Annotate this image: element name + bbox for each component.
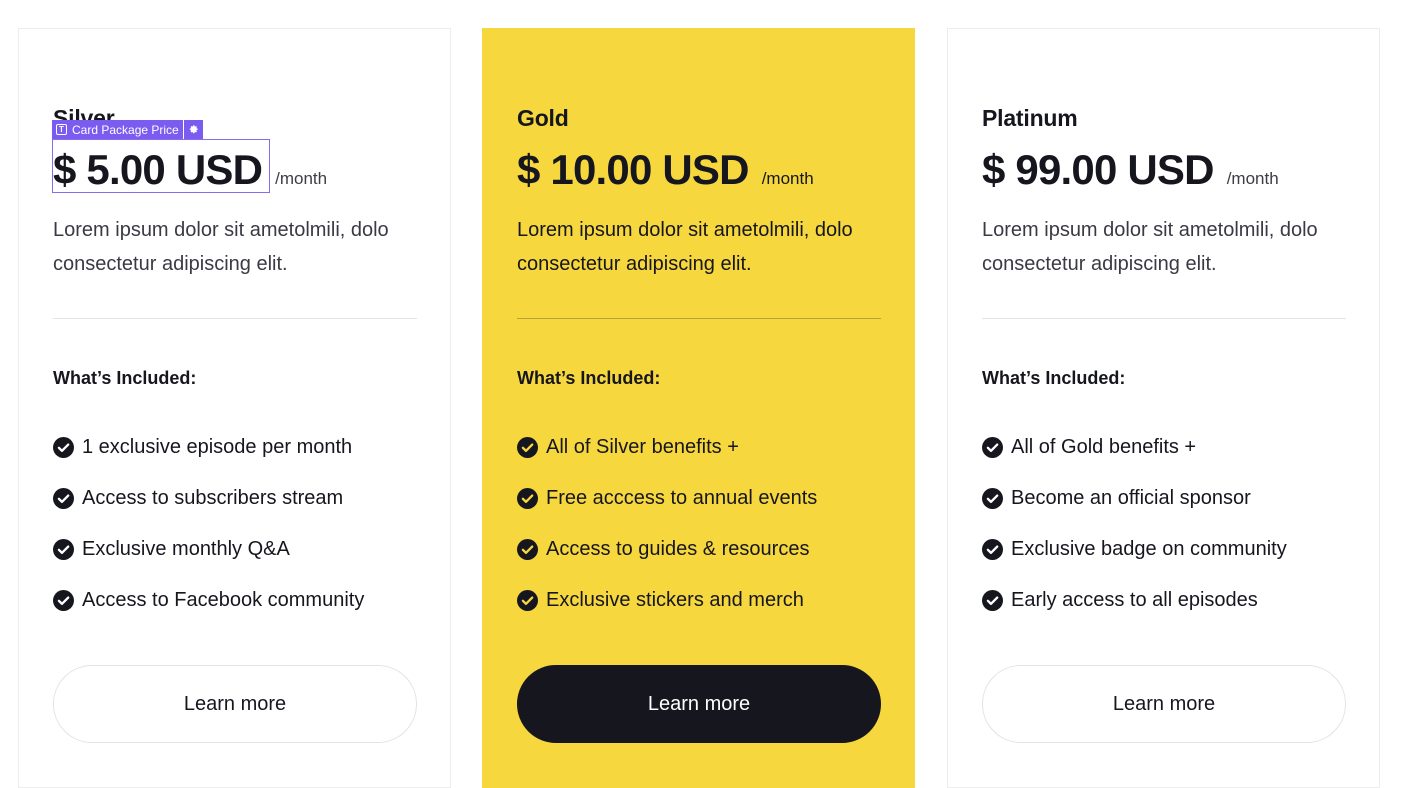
check-circle-icon bbox=[982, 437, 1003, 458]
element-label-text: Card Package Price bbox=[72, 122, 179, 137]
feature-text: Exclusive stickers and merch bbox=[546, 589, 804, 611]
feature-text: Early access to all episodes bbox=[1011, 589, 1258, 611]
check-circle-icon bbox=[517, 539, 538, 560]
feature-list: All of Silver benefits + Free acccess to… bbox=[517, 422, 817, 626]
included-heading: What’s Included: bbox=[517, 368, 661, 388]
price-row: $ 5.00 USD /month bbox=[53, 145, 327, 195]
included-heading: What’s Included: bbox=[982, 368, 1126, 388]
feature-item: All of Silver benefits + bbox=[517, 422, 817, 473]
feature-item: Become an official sponsor bbox=[982, 473, 1287, 524]
check-circle-icon bbox=[517, 488, 538, 509]
feature-item: All of Gold benefits + bbox=[982, 422, 1287, 473]
feature-text: 1 exclusive episode per month bbox=[82, 436, 353, 458]
feature-item: Access to Facebook community bbox=[53, 575, 364, 626]
gear-icon[interactable] bbox=[183, 120, 203, 139]
feature-item: Access to subscribers stream bbox=[53, 473, 364, 524]
check-circle-icon bbox=[982, 590, 1003, 611]
check-circle-icon bbox=[53, 539, 74, 560]
plan-price: $ 10.00 USD bbox=[517, 146, 749, 193]
divider bbox=[53, 318, 417, 319]
price-period: /month bbox=[761, 169, 814, 188]
pricing-card-silver: Silver $ 5.00 USD /month Lorem ipsum dol… bbox=[18, 28, 451, 788]
feature-text: Exclusive badge on community bbox=[1011, 538, 1287, 560]
check-circle-icon bbox=[982, 539, 1003, 560]
check-circle-icon bbox=[517, 590, 538, 611]
feature-text: Access to subscribers stream bbox=[82, 487, 344, 509]
check-circle-icon bbox=[982, 488, 1003, 509]
price-row: $ 99.00 USD /month bbox=[982, 145, 1279, 195]
plan-description: Lorem ipsum dolor sit ametolmili, dolo c… bbox=[53, 219, 389, 275]
learn-more-button[interactable]: Learn more bbox=[53, 665, 417, 743]
price-row: $ 10.00 USD /month bbox=[517, 145, 814, 195]
feature-list: 1 exclusive episode per month Access to … bbox=[53, 422, 364, 626]
feature-text: Become an official sponsor bbox=[1011, 487, 1251, 509]
feature-item: Exclusive badge on community bbox=[982, 524, 1287, 575]
feature-item: Access to guides & resources bbox=[517, 524, 817, 575]
feature-item: Free acccess to annual events bbox=[517, 473, 817, 524]
divider bbox=[517, 318, 881, 319]
feature-list: All of Gold benefits + Become an officia… bbox=[982, 422, 1287, 626]
feature-text: Access to Facebook community bbox=[82, 589, 365, 611]
element-label-tag[interactable]: T Card Package Price bbox=[52, 120, 203, 139]
check-circle-icon bbox=[53, 488, 74, 509]
price-period: /month bbox=[275, 169, 328, 188]
check-circle-icon bbox=[53, 437, 74, 458]
check-circle-icon bbox=[53, 590, 74, 611]
feature-text: Exclusive monthly Q&A bbox=[82, 538, 290, 560]
check-circle-icon bbox=[517, 437, 538, 458]
plan-name: Platinum bbox=[982, 105, 1078, 131]
element-label[interactable]: T Card Package Price bbox=[52, 120, 183, 139]
learn-more-button[interactable]: Learn more bbox=[982, 665, 1346, 743]
feature-text: Free acccess to annual events bbox=[546, 487, 818, 509]
feature-item: Exclusive monthly Q&A bbox=[53, 524, 364, 575]
plan-description: Lorem ipsum dolor sit ametolmili, dolo c… bbox=[517, 219, 853, 275]
feature-text: Access to guides & resources bbox=[546, 538, 810, 560]
plan-price: $ 99.00 USD bbox=[982, 146, 1214, 193]
plan-name: Gold bbox=[517, 105, 569, 131]
pricing-card-gold: Gold $ 10.00 USD /month Lorem ipsum dolo… bbox=[482, 28, 915, 788]
pricing-card-platinum: Platinum $ 99.00 USD /month Lorem ipsum … bbox=[947, 28, 1380, 788]
included-heading: What’s Included: bbox=[53, 368, 197, 388]
text-element-icon: T bbox=[56, 124, 67, 135]
divider bbox=[982, 318, 1346, 319]
feature-item: 1 exclusive episode per month bbox=[53, 422, 364, 473]
price-period: /month bbox=[1226, 169, 1279, 188]
feature-item: Early access to all episodes bbox=[982, 575, 1287, 626]
feature-text: All of Gold benefits + bbox=[1011, 436, 1197, 458]
feature-text: All of Silver benefits + bbox=[546, 436, 739, 458]
plan-description: Lorem ipsum dolor sit ametolmili, dolo c… bbox=[982, 219, 1318, 275]
plan-price[interactable]: $ 5.00 USD bbox=[53, 145, 263, 195]
feature-item: Exclusive stickers and merch bbox=[517, 575, 817, 626]
learn-more-button[interactable]: Learn more bbox=[517, 665, 881, 743]
